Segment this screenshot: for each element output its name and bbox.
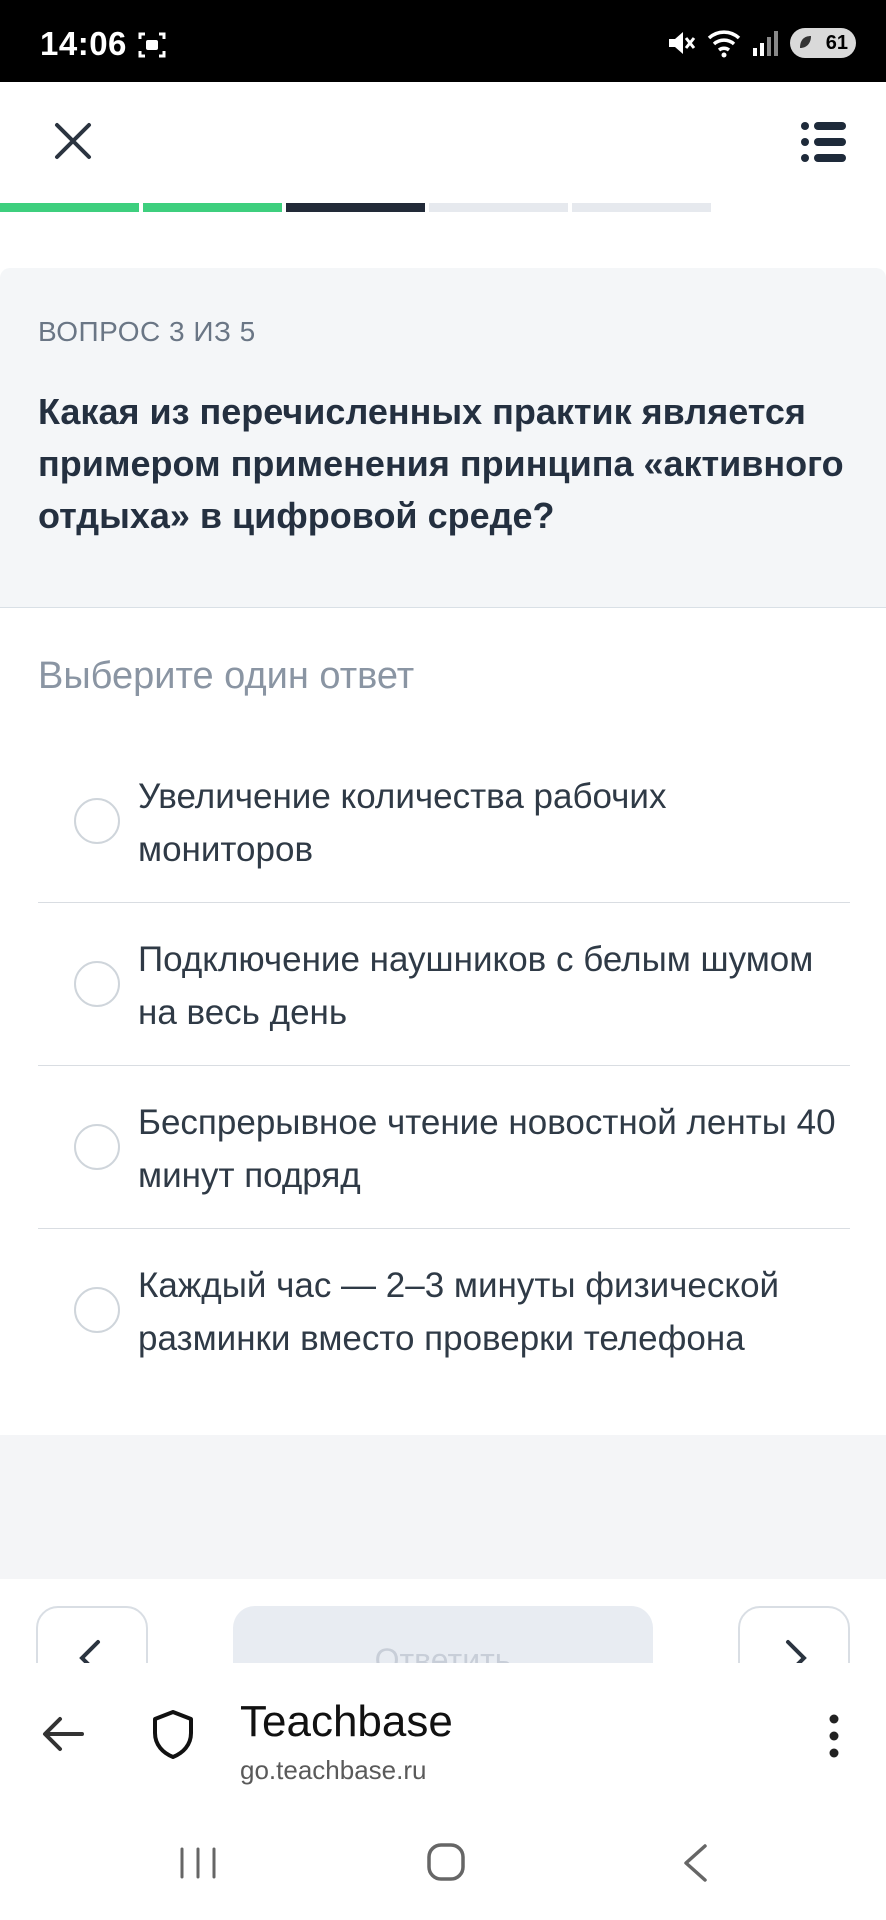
radio-button[interactable] — [74, 1124, 120, 1170]
answer-label: Каждый час — 2–3 минуты физической разми… — [138, 1266, 780, 1358]
radio-button[interactable] — [74, 798, 120, 844]
chevron-left-icon — [79, 1640, 100, 1663]
more-vertical-icon[interactable] — [826, 1713, 842, 1759]
radio-button[interactable] — [74, 1287, 120, 1333]
question-counter: ВОПРОС 3 ИЗ 5 — [38, 316, 256, 347]
status-icons: 61 — [666, 27, 856, 59]
site-url[interactable]: go.teachbase.ru — [240, 1755, 426, 1786]
answer-option[interactable]: Увеличение количества рабочих мониторов — [38, 740, 850, 903]
battery-leaf-icon — [800, 36, 811, 48]
progress-segment — [429, 203, 568, 212]
quiz-controls: Ответить — [0, 1579, 886, 1663]
wifi-icon — [707, 30, 741, 58]
site-title[interactable]: Teachbase — [240, 1697, 453, 1747]
answer-option[interactable]: Беспрерывное чтение новостной ленты 40 м… — [38, 1066, 850, 1229]
screenshot-icon — [138, 32, 166, 58]
radio-button[interactable] — [74, 961, 120, 1007]
question-card: ВОПРОС 3 ИЗ 5 Какая из перечисленных пра… — [0, 268, 886, 608]
menu-list-icon[interactable] — [800, 120, 848, 164]
recent-apps-icon[interactable] — [178, 1846, 218, 1880]
answer-label: Увеличение количества рабочих мониторов — [138, 777, 667, 869]
status-bar: 14:06 61 — [0, 0, 886, 82]
home-icon[interactable] — [426, 1842, 466, 1882]
content-bottom-spacer — [0, 1435, 886, 1579]
battery-level: 61 — [825, 31, 848, 54]
next-question-button[interactable] — [738, 1606, 850, 1663]
progress-segment — [0, 203, 139, 212]
status-time: 14:06 — [40, 25, 127, 62]
progress-segment — [572, 203, 711, 212]
answer-option[interactable]: Подключение наушников с белым шумом на в… — [38, 903, 850, 1066]
mute-icon — [669, 32, 696, 54]
back-chevron-icon[interactable] — [680, 1842, 710, 1884]
progress-segment — [286, 203, 425, 212]
chevron-right-icon — [786, 1640, 807, 1663]
shield-icon[interactable] — [150, 1708, 196, 1760]
previous-question-button[interactable] — [36, 1606, 148, 1663]
answer-label: Подключение наушников с белым шумом на в… — [138, 940, 814, 1032]
battery-indicator: 61 — [790, 28, 856, 58]
answer-label: Беспрерывное чтение новостной ленты 40 м… — [138, 1103, 836, 1195]
progress-segment — [143, 203, 282, 212]
question-text: Какая из перечисленных практик является … — [38, 391, 844, 536]
close-icon[interactable] — [52, 120, 94, 162]
browser-toolbar: Teachbase go.teachbase.ru — [0, 1663, 886, 1808]
answer-list: Увеличение количества рабочих мониторов … — [38, 740, 850, 1392]
submit-answer-button[interactable]: Ответить — [233, 1606, 653, 1663]
quiz-progress-bar — [0, 203, 711, 212]
answer-option[interactable]: Каждый час — 2–3 минуты физической разми… — [38, 1229, 850, 1392]
signal-icon — [753, 31, 778, 56]
answer-hint: Выберите один ответ — [38, 655, 415, 697]
system-navigation-bar — [0, 1808, 886, 1920]
browser-back-arrow-icon[interactable] — [40, 1711, 86, 1757]
